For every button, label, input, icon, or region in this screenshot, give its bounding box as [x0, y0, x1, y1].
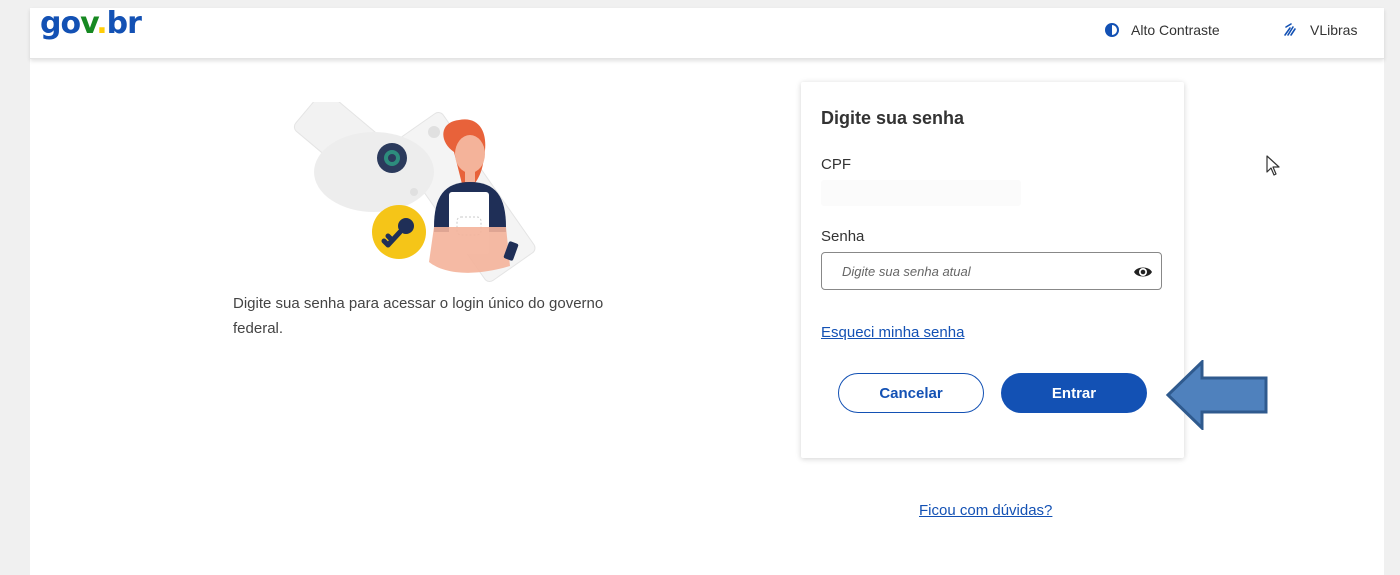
left-arrow-icon [1164, 358, 1274, 432]
senha-label: Senha [821, 228, 865, 245]
login-illustration [284, 91, 574, 292]
cancel-button[interactable]: Cancelar [838, 373, 984, 413]
vlibras-label: VLibras [1310, 22, 1358, 38]
cpf-value [821, 180, 1021, 206]
login-page: gov.br Alto Contraste VLibras Digite sua… [30, 6, 1384, 575]
high-contrast-label: Alto Contraste [1131, 22, 1220, 38]
password-input[interactable] [822, 253, 1112, 289]
password-field [821, 252, 1162, 290]
forgot-password-link[interactable]: Esqueci minha senha [821, 324, 964, 341]
eye-icon[interactable] [1133, 262, 1153, 282]
help-link[interactable]: Ficou com dúvidas? [919, 502, 1052, 519]
contrast-icon [1105, 23, 1119, 37]
mouse-cursor-icon [1266, 155, 1282, 177]
hand-sign-icon [1282, 22, 1298, 38]
password-card: Digite sua senha CPF Senha Esqueci minha… [801, 82, 1184, 458]
top-header: gov.br Alto Contraste VLibras [30, 6, 1384, 59]
cpf-label: CPF [821, 156, 851, 173]
intro-text: Digite sua senha para acessar o login ún… [233, 295, 604, 337]
vlibras-button[interactable]: VLibras [1282, 20, 1357, 40]
enter-button[interactable]: Entrar [1001, 373, 1147, 413]
govbr-logo[interactable]: gov.br [40, 6, 142, 41]
card-title: Digite sua senha [821, 108, 965, 128]
high-contrast-toggle[interactable]: Alto Contraste [1105, 20, 1220, 40]
